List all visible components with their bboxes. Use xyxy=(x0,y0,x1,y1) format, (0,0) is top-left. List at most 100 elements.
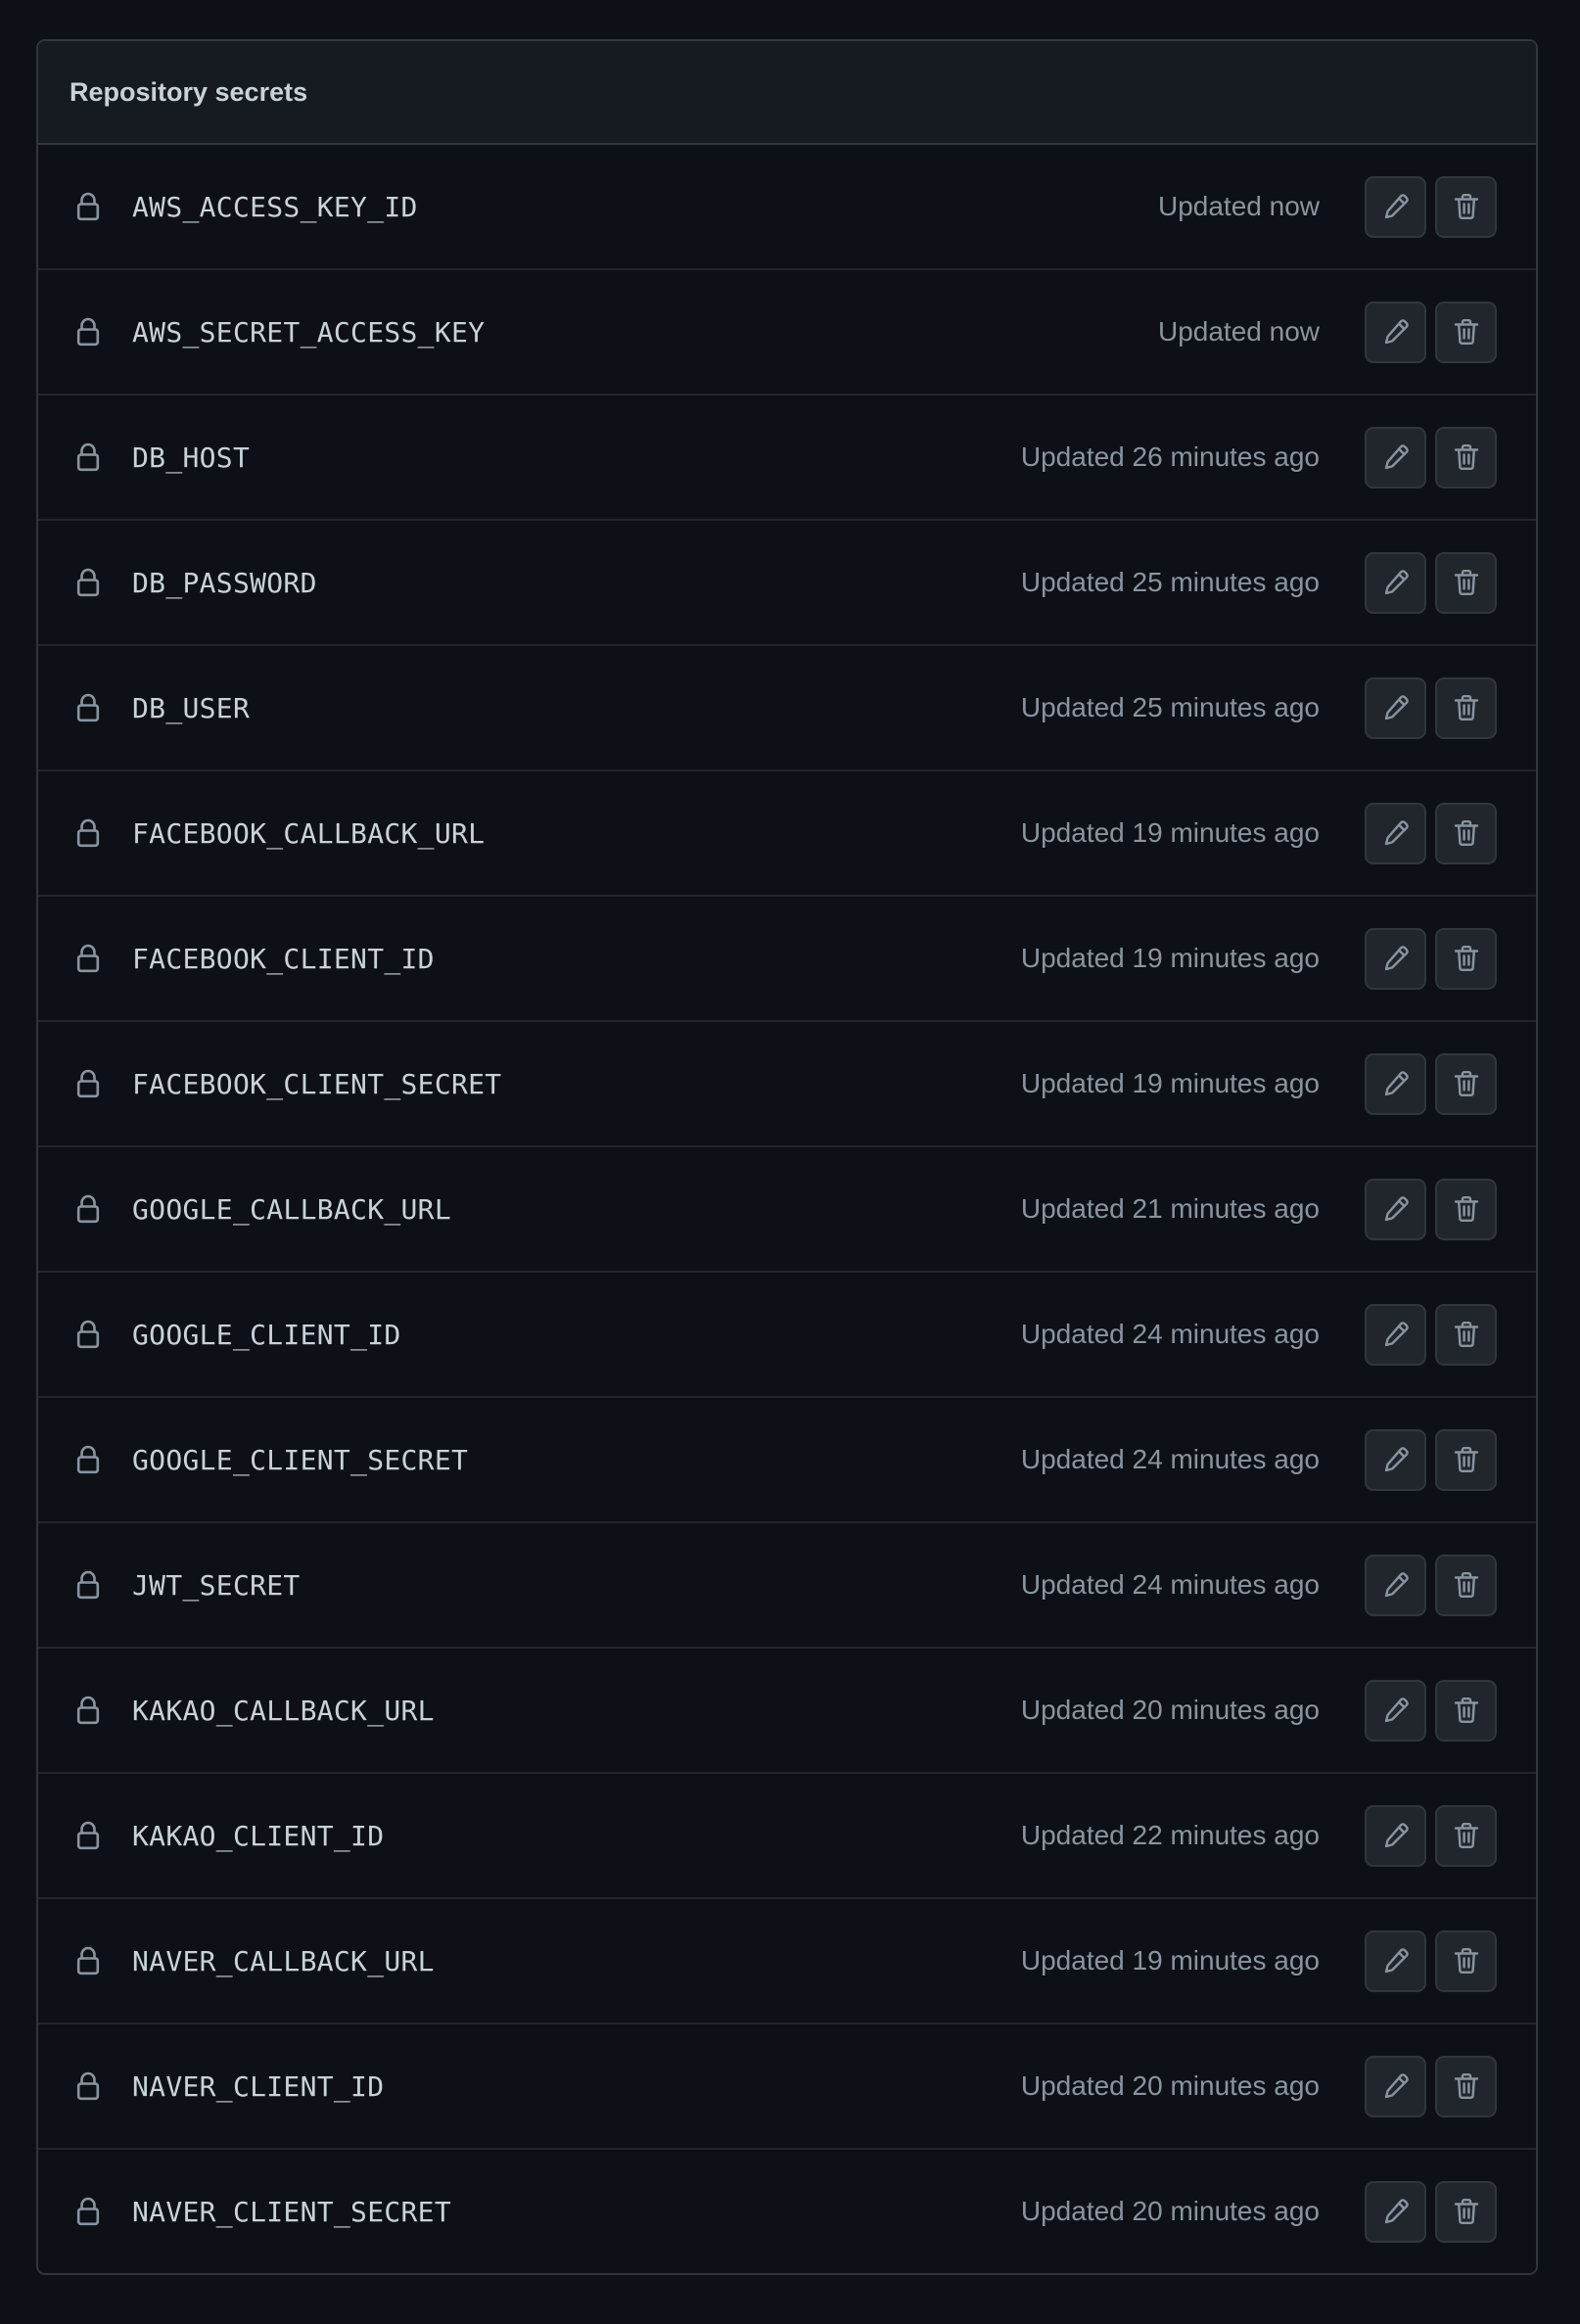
updated-time: Updated 19 minutes ago xyxy=(1020,943,1320,973)
secret-row: KAKAO_CALLBACK_URL Updated 20 minutes ag… xyxy=(38,1649,1536,1774)
lock-icon xyxy=(71,2195,105,2228)
secret-name: GOOGLE_CLIENT_SECRET xyxy=(132,1443,469,1476)
edit-secret-button[interactable] xyxy=(1365,1052,1426,1115)
trash-icon xyxy=(1453,818,1480,848)
pencil-icon xyxy=(1381,1821,1411,1850)
pencil-icon xyxy=(1381,317,1411,347)
edit-secret-button[interactable] xyxy=(1365,175,1426,238)
edit-secret-button[interactable] xyxy=(1365,676,1426,739)
updated-time: Updated 26 minutes ago xyxy=(1020,442,1320,472)
updated-time: Updated now xyxy=(1157,191,1320,221)
delete-secret-button[interactable] xyxy=(1435,301,1497,363)
lock-icon xyxy=(71,1443,105,1476)
delete-secret-button[interactable] xyxy=(1435,1679,1497,1742)
secret-name: NAVER_CALLBACK_URL xyxy=(132,1944,435,1977)
secret-name: NAVER_CLIENT_SECRET xyxy=(132,2195,451,2228)
edit-secret-button[interactable] xyxy=(1365,1679,1426,1742)
delete-secret-button[interactable] xyxy=(1435,802,1497,864)
secret-row: AWS_SECRET_ACCESS_KEY Updated now xyxy=(38,270,1536,395)
edit-secret-button[interactable] xyxy=(1365,1804,1426,1867)
delete-secret-button[interactable] xyxy=(1435,676,1497,739)
delete-secret-button[interactable] xyxy=(1435,175,1497,238)
trash-icon xyxy=(1453,317,1480,347)
delete-secret-button[interactable] xyxy=(1435,1052,1497,1115)
updated-time: Updated 22 minutes ago xyxy=(1020,1820,1320,1850)
edit-secret-button[interactable] xyxy=(1365,1428,1426,1491)
edit-secret-button[interactable] xyxy=(1365,1554,1426,1616)
secret-name: JWT_SECRET xyxy=(132,1568,301,1602)
lock-icon xyxy=(71,1694,105,1727)
trash-icon xyxy=(1453,1320,1480,1349)
secret-name: AWS_ACCESS_KEY_ID xyxy=(132,190,418,223)
pencil-icon xyxy=(1381,1570,1411,1600)
lock-icon xyxy=(71,942,105,975)
pencil-icon xyxy=(1381,818,1411,848)
delete-secret-button[interactable] xyxy=(1435,1178,1497,1240)
delete-secret-button[interactable] xyxy=(1435,551,1497,614)
delete-secret-button[interactable] xyxy=(1435,1428,1497,1491)
edit-secret-button[interactable] xyxy=(1365,1929,1426,1992)
secret-row: NAVER_CLIENT_SECRET Updated 20 minutes a… xyxy=(38,2150,1536,2273)
delete-secret-button[interactable] xyxy=(1435,1929,1497,1992)
edit-secret-button[interactable] xyxy=(1365,426,1426,488)
lock-icon xyxy=(71,1568,105,1602)
pencil-icon xyxy=(1381,1194,1411,1224)
trash-icon xyxy=(1453,1570,1480,1600)
edit-secret-button[interactable] xyxy=(1365,2055,1426,2117)
updated-time: Updated 21 minutes ago xyxy=(1020,1193,1320,1224)
updated-time: Updated 19 minutes ago xyxy=(1020,1068,1320,1098)
trash-icon xyxy=(1453,1821,1480,1850)
secret-row: DB_USER Updated 25 minutes ago xyxy=(38,646,1536,771)
delete-secret-button[interactable] xyxy=(1435,2180,1497,2243)
secret-row: KAKAO_CLIENT_ID Updated 22 minutes ago xyxy=(38,1774,1536,1899)
edit-secret-button[interactable] xyxy=(1365,1178,1426,1240)
lock-icon xyxy=(71,566,105,599)
updated-time: Updated 20 minutes ago xyxy=(1020,1695,1320,1725)
trash-icon xyxy=(1453,1946,1480,1975)
secret-list: AWS_ACCESS_KEY_ID Updated now AWS_SECRET… xyxy=(38,145,1536,2273)
trash-icon xyxy=(1453,568,1480,597)
panel-title: Repository secrets xyxy=(70,76,308,107)
secret-name: NAVER_CLIENT_ID xyxy=(132,2069,385,2103)
edit-secret-button[interactable] xyxy=(1365,927,1426,990)
edit-secret-button[interactable] xyxy=(1365,1303,1426,1366)
updated-time: Updated 24 minutes ago xyxy=(1020,1444,1320,1474)
secret-row: DB_PASSWORD Updated 25 minutes ago xyxy=(38,521,1536,646)
secret-row: GOOGLE_CALLBACK_URL Updated 21 minutes a… xyxy=(38,1147,1536,1273)
edit-secret-button[interactable] xyxy=(1365,2180,1426,2243)
trash-icon xyxy=(1453,1069,1480,1098)
secret-row: FACEBOOK_CLIENT_ID Updated 19 minutes ag… xyxy=(38,897,1536,1022)
trash-icon xyxy=(1453,944,1480,973)
secret-name: FACEBOOK_CLIENT_ID xyxy=(132,942,435,975)
lock-icon xyxy=(71,441,105,474)
secret-name: DB_USER xyxy=(132,691,251,724)
secret-row: GOOGLE_CLIENT_SECRET Updated 24 minutes … xyxy=(38,1398,1536,1523)
secret-row: FACEBOOK_CLIENT_SECRET Updated 19 minute… xyxy=(38,1022,1536,1147)
secret-row: NAVER_CLIENT_ID Updated 20 minutes ago xyxy=(38,2024,1536,2150)
secret-name: GOOGLE_CLIENT_ID xyxy=(132,1318,401,1351)
trash-icon xyxy=(1453,192,1480,221)
pencil-icon xyxy=(1381,693,1411,722)
delete-secret-button[interactable] xyxy=(1435,927,1497,990)
updated-time: Updated 20 minutes ago xyxy=(1020,2070,1320,2101)
edit-secret-button[interactable] xyxy=(1365,551,1426,614)
delete-secret-button[interactable] xyxy=(1435,426,1497,488)
secret-row: FACEBOOK_CALLBACK_URL Updated 19 minutes… xyxy=(38,771,1536,897)
lock-icon xyxy=(71,816,105,850)
secret-row: DB_HOST Updated 26 minutes ago xyxy=(38,395,1536,521)
secret-row: GOOGLE_CLIENT_ID Updated 24 minutes ago xyxy=(38,1273,1536,1398)
secret-name: GOOGLE_CALLBACK_URL xyxy=(132,1192,451,1226)
delete-secret-button[interactable] xyxy=(1435,2055,1497,2117)
updated-time: Updated 24 minutes ago xyxy=(1020,1569,1320,1600)
secret-name: DB_PASSWORD xyxy=(132,566,317,599)
delete-secret-button[interactable] xyxy=(1435,1303,1497,1366)
delete-secret-button[interactable] xyxy=(1435,1804,1497,1867)
delete-secret-button[interactable] xyxy=(1435,1554,1497,1616)
secret-name: FACEBOOK_CALLBACK_URL xyxy=(132,816,486,850)
lock-icon xyxy=(71,1318,105,1351)
updated-time: Updated 25 minutes ago xyxy=(1020,692,1320,722)
trash-icon xyxy=(1453,2197,1480,2226)
lock-icon xyxy=(71,1819,105,1852)
edit-secret-button[interactable] xyxy=(1365,301,1426,363)
edit-secret-button[interactable] xyxy=(1365,802,1426,864)
